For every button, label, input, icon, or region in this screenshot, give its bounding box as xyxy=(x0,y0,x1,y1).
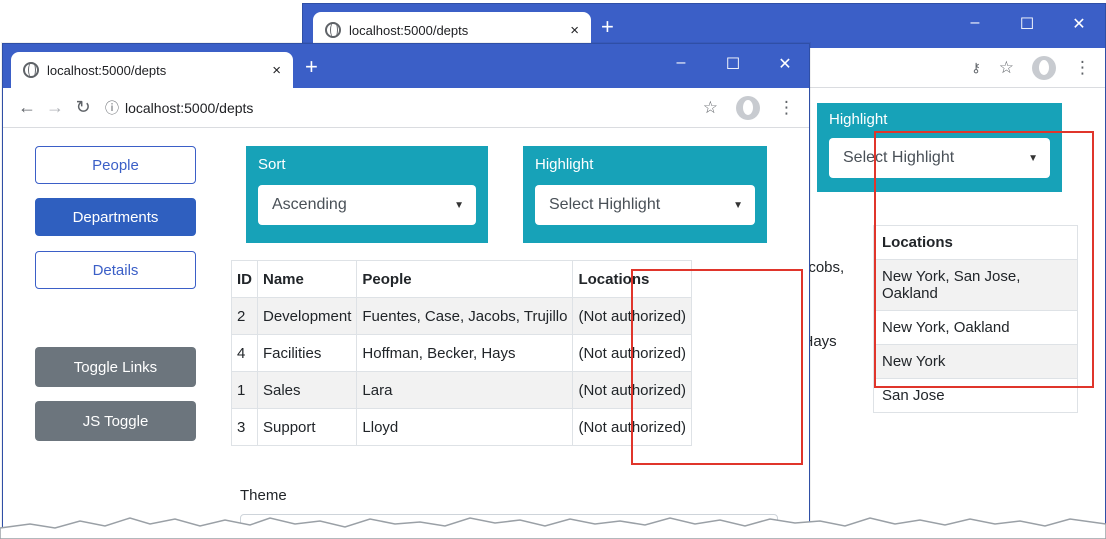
table-cell: 2 xyxy=(231,297,258,335)
maximize-icon[interactable]: ☐ xyxy=(1019,14,1035,34)
table-cell: Support xyxy=(256,408,358,446)
close-window-icon[interactable]: ✕ xyxy=(1071,14,1087,34)
chevron-down-icon: ▼ xyxy=(454,199,464,211)
page-content: People Departments Details Toggle Links … xyxy=(3,129,809,538)
table-row: 4 Facilities Hoffman, Becker, Hays (Not … xyxy=(231,334,693,372)
highlight-select-value: Select Highlight xyxy=(549,196,661,213)
departments-button[interactable]: Departments xyxy=(35,198,196,236)
table-cell: 4 xyxy=(231,334,258,372)
star-icon[interactable]: ☆ xyxy=(999,58,1014,78)
sort-select-value: Ascending xyxy=(272,196,347,213)
table-cell: Fuentes, Case, Jacobs, Trujillo xyxy=(356,297,574,335)
close-window-icon[interactable]: ✕ xyxy=(777,54,793,74)
globe-icon xyxy=(325,22,341,38)
new-tab-button[interactable]: + xyxy=(601,16,614,38)
table-cell: 1 xyxy=(231,371,258,409)
new-tab-button[interactable]: + xyxy=(305,56,318,78)
table-header-row: ID Name People Locations xyxy=(231,260,693,298)
close-tab-icon[interactable]: × xyxy=(570,22,579,39)
highlight-label: Highlight xyxy=(535,156,594,173)
js-toggle-button[interactable]: JS Toggle xyxy=(35,401,196,441)
browser-toolbar: ← → ↻ ⓘ localhost:5000/depts ☆ ⋮ xyxy=(3,88,809,128)
title-bar: localhost:5000/depts × + – ☐ ✕ xyxy=(3,44,809,88)
minimize-icon[interactable]: – xyxy=(673,54,689,74)
column-header-people: People xyxy=(356,260,574,298)
browser-window-front: localhost:5000/depts × + – ☐ ✕ ← → ↻ ⓘ l… xyxy=(2,43,810,539)
profile-avatar-icon[interactable] xyxy=(736,95,760,120)
close-tab-icon[interactable]: × xyxy=(272,62,281,79)
window-controls: – ☐ ✕ xyxy=(673,54,793,74)
tab-title: localhost:5000/depts xyxy=(349,22,469,38)
highlight-select[interactable]: Select Highlight ▼ xyxy=(535,185,755,225)
sort-panel: Sort Ascending ▼ xyxy=(246,146,488,243)
toggle-links-button[interactable]: Toggle Links xyxy=(35,347,196,387)
key-icon[interactable]: ⚷ xyxy=(971,60,981,76)
table-row: 3 Support Lloyd (Not authorized) xyxy=(231,408,693,446)
table-cell: Hoffman, Becker, Hays xyxy=(356,334,574,372)
departments-table: ID Name People Locations 2 Development F… xyxy=(231,260,693,446)
title-bar: localhost:5000/depts × + – ☐ ✕ xyxy=(303,4,1105,48)
table-cell: Facilities xyxy=(256,334,358,372)
browser-tab[interactable]: localhost:5000/depts × xyxy=(11,52,293,88)
back-arrow-icon[interactable]: ← xyxy=(13,97,41,118)
toolbar-actions: ⚷ ☆ ⋮ xyxy=(971,55,1091,80)
maximize-icon[interactable]: ☐ xyxy=(725,54,741,74)
window-controls: – ☐ ✕ xyxy=(967,14,1087,34)
profile-avatar-icon[interactable] xyxy=(1032,55,1056,80)
highlight-panel: Highlight Select Highlight ▼ xyxy=(523,146,767,243)
menu-icon[interactable]: ⋮ xyxy=(1074,58,1091,78)
highlight-box xyxy=(631,269,803,465)
table-cell: Lara xyxy=(356,371,574,409)
column-header-name: Name xyxy=(256,260,358,298)
chevron-down-icon: ▼ xyxy=(733,199,743,211)
sort-label: Sort xyxy=(258,156,286,173)
torn-edge-decoration xyxy=(0,517,1106,539)
highlight-label: Highlight xyxy=(829,111,888,128)
menu-icon[interactable]: ⋮ xyxy=(778,98,795,118)
toolbar-actions: ☆ ⋮ xyxy=(703,95,795,120)
table-row: 2 Development Fuentes, Case, Jacobs, Tru… xyxy=(231,297,693,335)
details-button[interactable]: Details xyxy=(35,251,196,289)
table-cell: Sales xyxy=(256,371,358,409)
forward-arrow-icon[interactable]: → xyxy=(41,97,69,118)
table-cell: 3 xyxy=(231,408,258,446)
globe-icon xyxy=(23,62,39,78)
minimize-icon[interactable]: – xyxy=(967,14,983,34)
star-icon[interactable]: ☆ xyxy=(703,98,718,118)
table-cell: Lloyd xyxy=(356,408,574,446)
info-icon[interactable]: ⓘ xyxy=(105,98,119,118)
table-row: 1 Sales Lara (Not authorized) xyxy=(231,371,693,409)
column-header-id: ID xyxy=(231,260,258,298)
table-cell: Development xyxy=(256,297,358,335)
tab-title: localhost:5000/depts xyxy=(47,62,167,78)
highlight-box xyxy=(874,131,1094,388)
reload-icon[interactable]: ↻ xyxy=(69,97,97,118)
address-bar[interactable]: localhost:5000/depts xyxy=(125,100,253,116)
sort-select[interactable]: Ascending ▼ xyxy=(258,185,476,225)
people-button[interactable]: People xyxy=(35,146,196,184)
